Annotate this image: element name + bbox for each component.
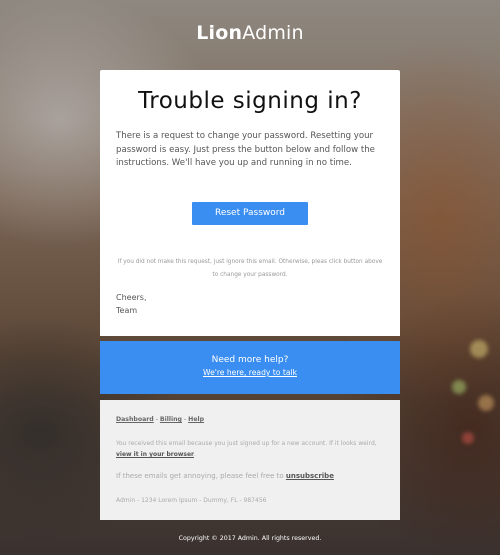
received-notice: You received this email because you just… (116, 438, 386, 460)
view-in-browser-link[interactable]: view it in your browser (116, 451, 194, 458)
received-text: You received this email because you just… (116, 440, 377, 447)
bokeh-light (462, 432, 474, 444)
unsubscribe-link[interactable]: unsubscribe (286, 472, 334, 480)
footer-links: Dashboard - Billing - Help (116, 416, 204, 423)
signature: Cheers, Team (116, 291, 147, 317)
unsubscribe-notice: If these emails get annoying, please fee… (116, 472, 334, 480)
help-link[interactable]: We're here, ready to talk (100, 368, 400, 377)
footer-link-help[interactable]: Help (188, 416, 204, 423)
company-address: Admin - 1234 Lorem Ipsum - Dummy, FL - 9… (116, 497, 267, 504)
brand-name-part1: Lion (196, 22, 243, 44)
bokeh-light (470, 340, 488, 358)
intro-text: There is a request to change your passwo… (116, 131, 375, 168)
help-heading: Need more help? (211, 355, 289, 365)
reset-password-button[interactable]: Reset Password (192, 202, 308, 225)
brand-name-part2: Admin (242, 22, 304, 44)
copyright-text: Copyright © 2017 Admin. All rights reser… (178, 535, 322, 542)
ignore-note: If you did not make this request, just i… (117, 259, 383, 278)
footer-link-billing[interactable]: Billing (160, 416, 182, 423)
bokeh-light (478, 395, 494, 411)
received-period: . (193, 451, 196, 458)
signature-line2: Team (116, 306, 138, 315)
signature-line1: Cheers, (116, 293, 147, 302)
link-separator: - (155, 416, 158, 423)
email-footer: Dashboard - Billing - Help You received … (100, 400, 400, 520)
brand-logo: LionAdmin (0, 22, 500, 44)
help-banner: Need more help? We're here, ready to tal… (100, 341, 400, 394)
email-card: Trouble signing in? There is a request t… (100, 70, 400, 336)
link-separator: - (183, 416, 187, 423)
annoying-text: If these emails get annoying, please fee… (116, 472, 284, 480)
email-title: Trouble signing in? (138, 88, 362, 114)
bokeh-light (452, 380, 466, 394)
footer-link-dashboard[interactable]: Dashboard (116, 416, 154, 423)
